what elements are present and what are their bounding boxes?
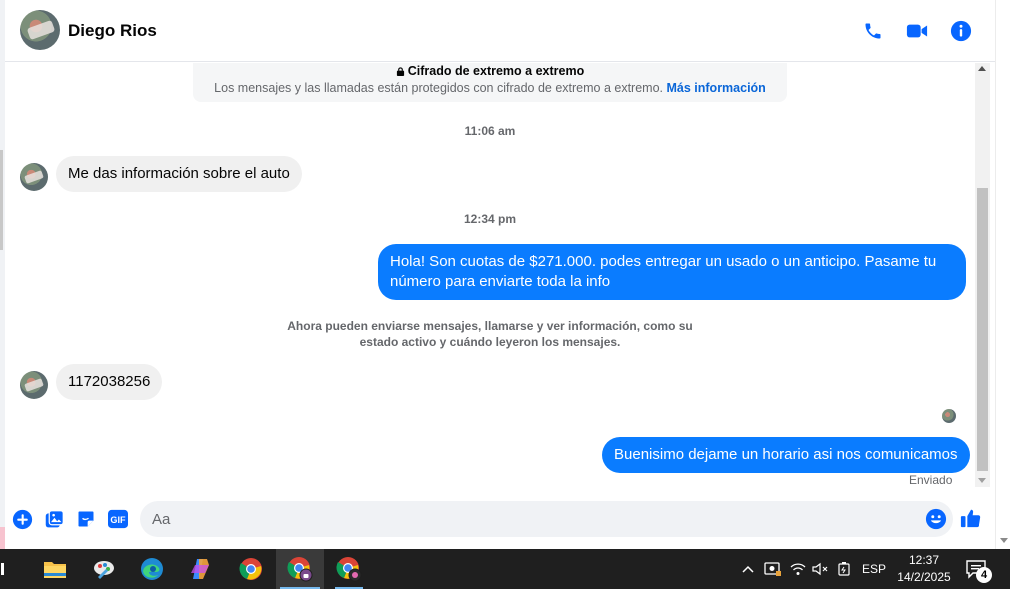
battery-icon[interactable] (833, 549, 855, 589)
chrome-profile-2-icon[interactable] (325, 549, 373, 589)
video-icon[interactable] (904, 18, 930, 44)
gif-label: GIF (110, 515, 126, 525)
language-indicator[interactable]: ESP (859, 549, 889, 589)
scroll-up-icon[interactable] (978, 66, 986, 71)
lock-icon (396, 67, 404, 76)
encryption-title: Cifrado de extremo a extremo (407, 64, 585, 78)
emoji-icon[interactable] (925, 508, 947, 530)
image-icon[interactable] (43, 508, 65, 530)
contact-avatar-small[interactable] (20, 163, 48, 191)
message-input-wrapper[interactable] (140, 501, 953, 537)
edge-icon[interactable] (128, 549, 176, 589)
scroll-thumb[interactable] (977, 188, 988, 471)
copilot-icon[interactable] (177, 549, 225, 589)
task-view-icon[interactable] (0, 549, 16, 589)
notification-count-badge: 4 (976, 567, 992, 583)
message-input[interactable] (152, 507, 912, 531)
composer: GIF (5, 497, 995, 541)
encryption-text: Los mensajes y las llamadas están proteg… (214, 81, 664, 95)
file-explorer-icon[interactable] (31, 549, 79, 589)
chevron-up-icon[interactable] (738, 549, 758, 589)
contact-avatar-small[interactable] (20, 371, 48, 399)
thread-scrollbar[interactable] (975, 63, 990, 487)
gif-icon[interactable]: GIF (107, 508, 129, 530)
clock[interactable]: 12:37 14/2/2025 (888, 552, 960, 586)
phone-icon[interactable] (860, 18, 886, 44)
message-thread: Cifrado de extremo a extremo Los mensaje… (5, 63, 975, 493)
clock-time: 12:37 (908, 553, 940, 567)
incoming-message[interactable]: 1172038256 (56, 364, 163, 400)
like-icon[interactable] (959, 506, 983, 530)
sticker-icon[interactable] (75, 508, 97, 530)
chat-header: Diego Rios (5, 0, 995, 62)
clock-date: 14/2/2025 (897, 570, 951, 584)
messenger-window: Diego Rios Cifrado de extremo a extremo … (0, 0, 1010, 549)
wifi-icon[interactable] (787, 549, 809, 589)
privacy-notice: Ahora pueden enviarse mensajes, llamarse… (287, 319, 693, 349)
chrome-profile-icon[interactable] (276, 549, 324, 589)
plus-icon[interactable] (11, 508, 33, 530)
paint-icon[interactable] (80, 549, 128, 589)
page-scrollbar[interactable] (995, 0, 1010, 549)
encryption-notice: Cifrado de extremo a extremo Los mensaje… (193, 63, 787, 102)
timestamp: 11:06 am (464, 124, 516, 138)
contact-name[interactable]: Diego Rios (68, 21, 157, 41)
timestamp: 12:34 pm (463, 212, 517, 226)
page-scroll-down-icon[interactable] (1000, 538, 1008, 543)
encryption-text-row: Los mensajes y las llamadas están proteg… (193, 81, 787, 95)
info-icon[interactable] (948, 18, 974, 44)
outgoing-message[interactable]: Hola! Son cuotas de $271.000. podes entr… (378, 244, 966, 300)
volume-muted-icon[interactable] (809, 549, 831, 589)
incoming-message[interactable]: Me das información sobre el auto (56, 156, 302, 192)
outgoing-message[interactable]: Buenisimo dejame un horario asi nos comu… (602, 437, 970, 473)
meet-now-icon[interactable] (762, 549, 784, 589)
contact-avatar[interactable] (20, 10, 60, 50)
more-info-link[interactable]: Más información (667, 81, 766, 95)
seen-indicator-avatar (942, 409, 956, 423)
windows-taskbar: ESP 12:37 14/2/2025 4 (0, 549, 1010, 589)
encryption-title-row: Cifrado de extremo a extremo (193, 63, 787, 78)
message-status: Enviado (909, 473, 953, 487)
chrome-icon[interactable] (227, 549, 275, 589)
scroll-down-icon[interactable] (978, 478, 986, 483)
left-edge-mark (0, 150, 3, 250)
